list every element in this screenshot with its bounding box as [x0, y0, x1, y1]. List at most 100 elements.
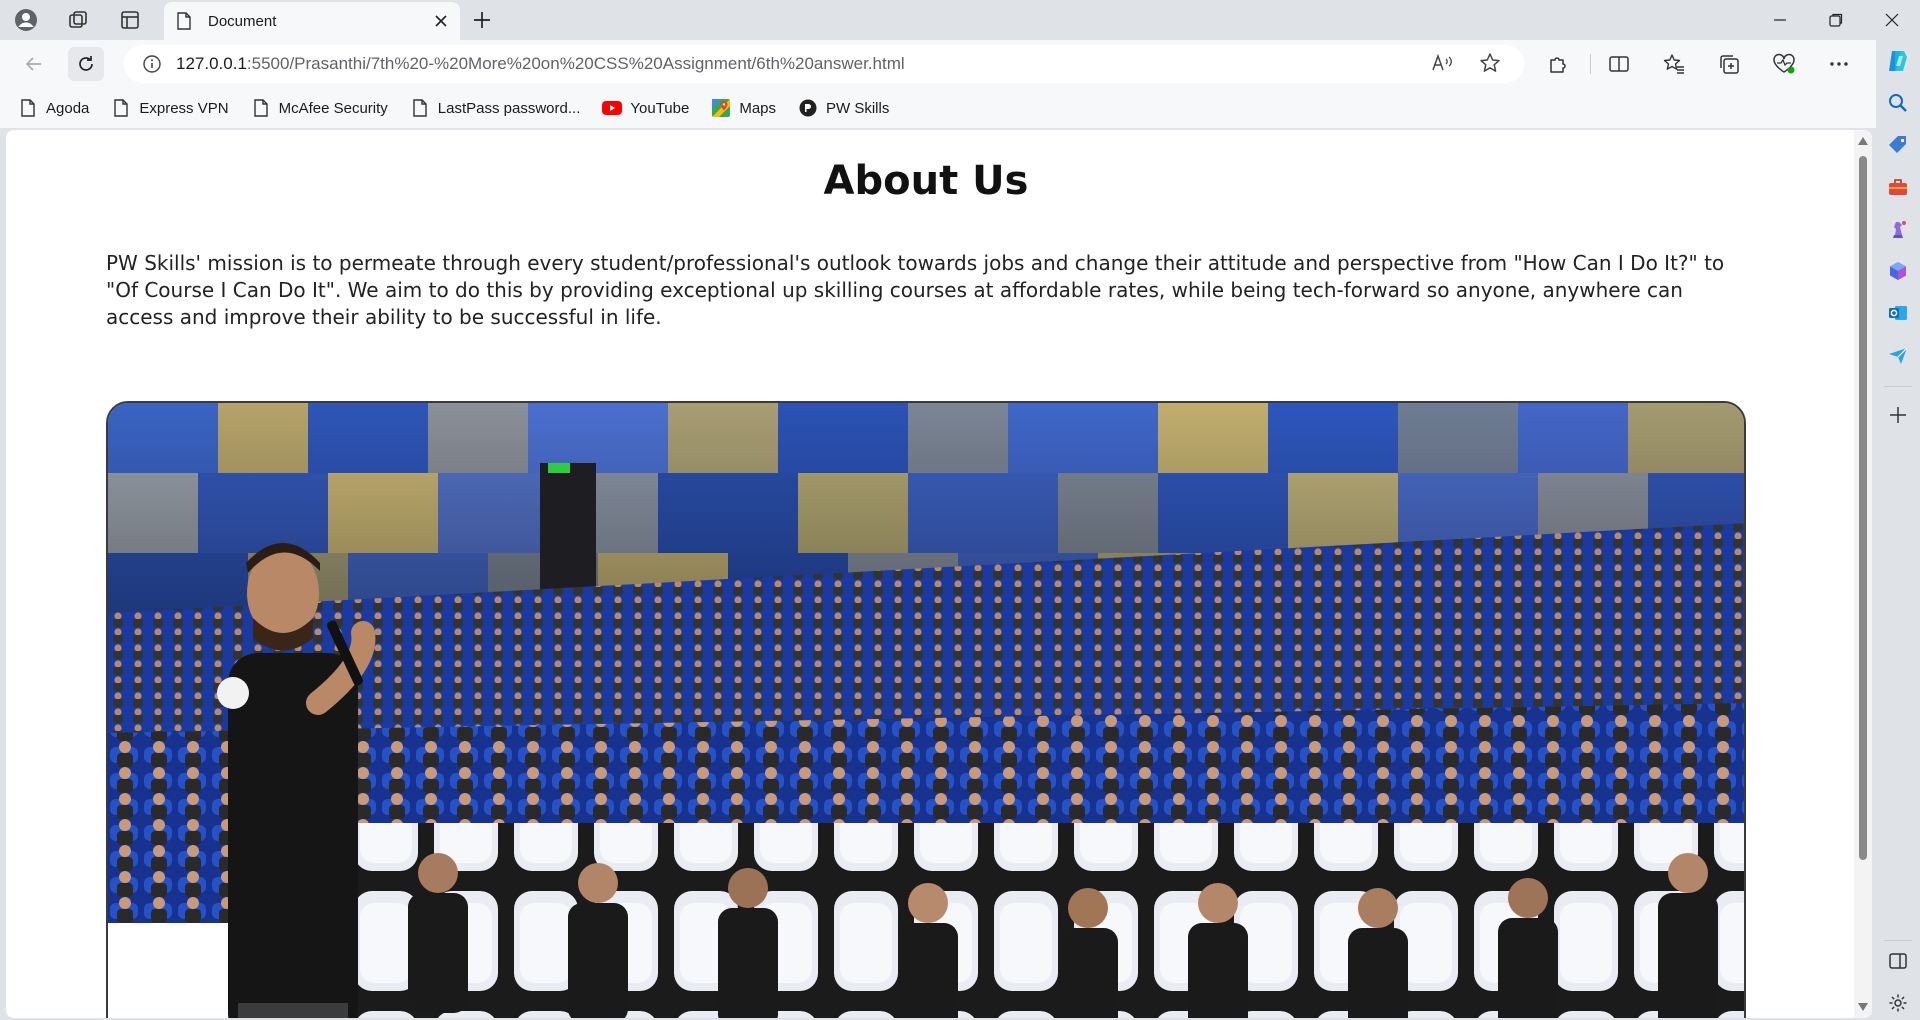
bookmark-maps[interactable]: Maps	[711, 98, 776, 118]
page-icon	[177, 12, 191, 30]
games-chess-icon	[1893, 221, 1906, 238]
collections-icon	[1720, 55, 1739, 74]
back-arrow-icon	[25, 57, 41, 71]
sidebar-settings-button[interactable]	[1883, 988, 1913, 1018]
bookmarks-bar: Agoda Express VPN McAfee Security LastPa…	[0, 88, 1920, 128]
favorites-button[interactable]	[1658, 49, 1690, 79]
sidebar-games-button[interactable]	[1883, 214, 1913, 244]
page-icon	[114, 99, 129, 117]
bookmark-youtube[interactable]: YouTube	[602, 98, 689, 118]
favorites-icon	[1663, 54, 1684, 74]
minimize-icon	[1774, 19, 1786, 21]
page-viewport: About Us PW Skills' mission is to permea…	[6, 130, 1872, 1018]
back-button[interactable]	[16, 47, 52, 81]
restore-button[interactable]	[1808, 0, 1864, 40]
shopping-tag-icon	[1889, 136, 1906, 153]
maps-icon	[712, 99, 731, 117]
bookmark-label: McAfee Security	[278, 99, 388, 117]
vertical-tabs-button[interactable]	[114, 6, 146, 34]
sidebar-search-button[interactable]	[1883, 88, 1913, 118]
new-tab-button[interactable]	[466, 6, 498, 34]
workspaces-button[interactable]	[62, 6, 94, 34]
microsoft365-icon	[1890, 262, 1906, 280]
chevron-down-icon	[1858, 1003, 1868, 1011]
bookmark-label: YouTube	[630, 99, 690, 117]
address-toolbar: 127.0.0.1:5500/Prasanthi/7th%20-%20More%…	[0, 40, 1920, 88]
page-icon	[413, 99, 427, 117]
bookmark-agoda[interactable]: Agoda	[18, 98, 89, 118]
star-icon	[1480, 53, 1500, 72]
sidebar-m365-button[interactable]	[1883, 256, 1913, 286]
plus-icon	[1890, 407, 1906, 423]
bookmark-lastpass[interactable]: LastPass password...	[410, 98, 581, 118]
edge-sidebar	[1876, 40, 1920, 1020]
bookmark-express-vpn[interactable]: Express VPN	[111, 98, 229, 118]
url-host: 127.0.0.1	[176, 54, 247, 73]
close-icon	[1885, 13, 1899, 27]
read-aloud-button[interactable]	[1428, 49, 1456, 77]
restore-icon	[1829, 13, 1843, 27]
minimize-button[interactable]	[1752, 0, 1808, 40]
hide-sidebar-button[interactable]	[1883, 946, 1913, 976]
copilot-icon	[1889, 51, 1907, 71]
chevron-up-icon	[1858, 137, 1868, 145]
sidebar-shopping-button[interactable]	[1883, 130, 1913, 160]
outlook-icon	[1889, 306, 1907, 320]
heart-pulse-icon	[1773, 53, 1795, 74]
puzzle-icon	[1550, 57, 1566, 73]
auditorium-photo	[108, 403, 1744, 1018]
pw-skills-icon	[799, 99, 817, 117]
collections-button[interactable]	[1713, 49, 1745, 79]
bookmark-label: Agoda	[46, 99, 90, 117]
close-window-button[interactable]	[1864, 0, 1920, 40]
scrollbar-thumb[interactable]	[1859, 156, 1867, 860]
tab-title: Document	[208, 12, 277, 30]
sidebar-toggle-icon	[1889, 953, 1907, 969]
scroll-up-arrow[interactable]	[1858, 136, 1868, 146]
browser-essentials-button[interactable]	[1768, 49, 1800, 79]
extensions-button[interactable]	[1542, 49, 1574, 79]
bookmark-pw-skills[interactable]: PW Skills	[798, 98, 889, 118]
scroll-down-arrow[interactable]	[1858, 1002, 1868, 1012]
refresh-button[interactable]	[68, 47, 104, 81]
bookmark-label: Express VPN	[139, 99, 229, 117]
url-path: :5500/Prasanthi/7th%20-%20More%20on%20CS…	[246, 54, 905, 73]
split-screen-icon	[1609, 56, 1629, 72]
tab-document[interactable]: Document	[164, 2, 460, 40]
bookmark-label: PW Skills	[826, 99, 890, 117]
hero-image	[106, 401, 1746, 1018]
close-tab-icon[interactable]	[434, 14, 448, 28]
url-text[interactable]: 127.0.0.1:5500/Prasanthi/7th%20-%20More%…	[176, 54, 905, 74]
page-icon	[253, 99, 268, 117]
split-screen-button[interactable]	[1603, 49, 1635, 79]
tab-actions-icon	[121, 11, 139, 29]
info-icon[interactable]	[142, 54, 162, 74]
search-icon	[1889, 94, 1907, 112]
copilot-button[interactable]	[1883, 46, 1913, 76]
bookmark-label: Maps	[739, 99, 777, 117]
sidebar-outlook-button[interactable]	[1883, 298, 1913, 328]
read-aloud-icon	[1432, 53, 1452, 71]
profile-icon	[15, 9, 37, 31]
toolbox-icon	[1889, 179, 1907, 195]
send-drop-icon	[1889, 347, 1908, 364]
youtube-icon	[602, 101, 623, 115]
sidebar-tools-button[interactable]	[1883, 172, 1913, 202]
tab-strip: Document	[0, 0, 1920, 40]
plus-icon	[474, 12, 490, 28]
sidebar-drop-button[interactable]	[1883, 340, 1913, 370]
address-bar[interactable]: 127.0.0.1:5500/Prasanthi/7th%20-%20More%…	[124, 45, 1524, 83]
favorite-star-button[interactable]	[1476, 49, 1504, 77]
page-scrollbar[interactable]	[1854, 130, 1872, 1018]
bookmark-mcafee[interactable]: McAfee Security	[251, 98, 388, 118]
exit-sign	[548, 463, 570, 473]
workspaces-icon	[69, 11, 87, 28]
settings-more-button[interactable]	[1823, 49, 1855, 79]
bookmark-label: LastPass password...	[437, 99, 581, 117]
profile-button[interactable]	[10, 6, 42, 34]
more-dots-icon	[1830, 62, 1848, 66]
gear-icon	[1889, 994, 1907, 1012]
mission-paragraph: PW Skills' mission is to permeate throug…	[106, 251, 1725, 329]
sidebar-add-button[interactable]	[1883, 400, 1913, 430]
refresh-icon	[79, 56, 93, 71]
